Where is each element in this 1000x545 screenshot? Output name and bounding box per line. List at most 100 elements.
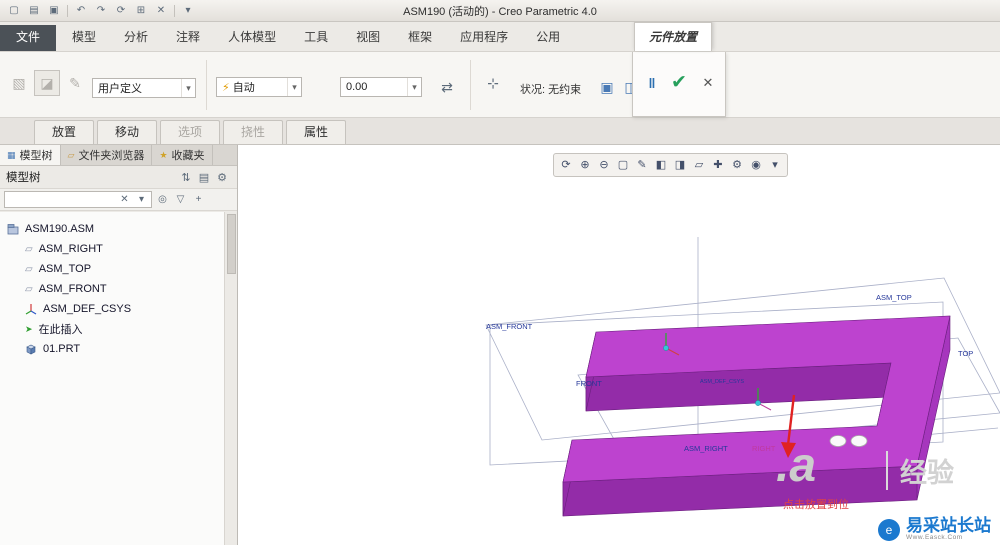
search-icon[interactable]: ◎: [155, 194, 170, 205]
interface-place-icon[interactable]: ▧: [6, 70, 32, 96]
filter-icon[interactable]: ▽: [173, 194, 188, 205]
tree-item-asm-top[interactable]: ▱ ASM_TOP: [0, 259, 224, 279]
tab-properties[interactable]: 属性: [286, 120, 346, 144]
tree-settings-icon[interactable]: ⚙: [213, 171, 231, 184]
tab-manikin[interactable]: 人体模型: [214, 25, 290, 51]
label-asm-right[interactable]: ASM_RIGHT: [684, 444, 728, 453]
manual-place-icon[interactable]: ◪: [34, 70, 60, 96]
site-url: Www.Easck.Com: [906, 534, 963, 542]
tree-item-assembly[interactable]: ASM190.ASM: [0, 219, 224, 239]
clear-icon[interactable]: ✕: [117, 194, 132, 205]
chevron-down-icon[interactable]: ▾: [134, 194, 149, 205]
zoom-in-icon[interactable]: ⊕: [576, 156, 594, 175]
ribbon-body: ▧ ◪ ✎ 用户定义 ▾ ⚡ 自动 ▾ 0.00 ▾ ⇄ ⊹ 状况: 无约束 ▣…: [0, 52, 1000, 118]
scrollbar-thumb[interactable]: [227, 214, 236, 274]
display-style-icon[interactable]: ◧: [652, 156, 670, 175]
tab-folder-browser[interactable]: ▱ 文件夹浏览器: [60, 145, 153, 165]
tree-item-asm-right[interactable]: ▱ ASM_RIGHT: [0, 239, 224, 259]
save-icon[interactable]: ▣: [45, 3, 63, 19]
refresh-icon[interactable]: ⟳: [557, 156, 575, 175]
new-icon[interactable]: ▢: [5, 3, 23, 19]
label-front[interactable]: FRONT: [576, 379, 602, 388]
navigator-tabs: ▦ 模型树 ▱ 文件夹浏览器 ★ 收藏夹: [0, 145, 237, 166]
datum-planes-icon[interactable]: ▱: [690, 156, 708, 175]
tree-list-icon[interactable]: ▤: [195, 171, 213, 184]
tree-sort-icon[interactable]: ⇅: [177, 171, 195, 184]
model-tree-header: 模型树 ⇅ ▤ ⚙: [0, 166, 237, 189]
redo-icon[interactable]: ↷: [92, 3, 110, 19]
graphics-area[interactable]: ⟳ ⊕ ⊖ ▢ ✎ ◧ ◨ ▱ ✚ ⚙ ◉ ▾ ASM_TOP ASM_FRON…: [238, 145, 1000, 545]
navigator-panel: ▦ 模型树 ▱ 文件夹浏览器 ★ 收藏夹 模型树 ⇅ ▤ ⚙ ✕ ▾ ◎ ▽ +…: [0, 145, 238, 545]
tab-component-placement-active[interactable]: 元件放置: [634, 22, 713, 51]
open-icon[interactable]: ▤: [25, 3, 43, 19]
constraint-type-combobox[interactable]: ⚡ 自动 ▾: [216, 77, 302, 97]
tree-item-asm-def-csys[interactable]: ASM_DEF_CSYS: [0, 299, 224, 319]
label-asm-front[interactable]: ASM_FRONT: [486, 322, 533, 331]
tab-favorites[interactable]: ★ 收藏夹: [152, 145, 213, 165]
undo-icon[interactable]: ↶: [72, 3, 90, 19]
tab-framework[interactable]: 框架: [394, 25, 446, 51]
zoom-fit-icon[interactable]: ▢: [614, 156, 632, 175]
separate-window-toggle-icon[interactable]: ▣: [594, 74, 620, 100]
label-asm-top[interactable]: ASM_TOP: [876, 293, 912, 302]
ribbon-tab-bar: 文件 模型 分析 注释 人体模型 工具 视图 框架 应用程序 公用 元件放置: [0, 22, 1000, 52]
tree-item-label: 01.PRT: [43, 343, 81, 355]
toolbar-more-icon[interactable]: ▾: [766, 156, 784, 175]
tree-item-part[interactable]: 01.PRT: [0, 339, 224, 359]
tree-item-insert-here[interactable]: ➤ 在此插入: [0, 319, 224, 339]
label-asm-def-csys[interactable]: ASM_DEF_CSYS: [700, 379, 744, 385]
tab-common[interactable]: 公用: [522, 25, 574, 51]
watermark-a: .a: [776, 439, 817, 492]
tree-scrollbar[interactable]: [224, 212, 237, 545]
label-top[interactable]: TOP: [958, 349, 973, 358]
section-icon[interactable]: ◨: [671, 156, 689, 175]
tree-search-input[interactable]: ✕ ▾: [4, 191, 152, 208]
repaint-icon[interactable]: ✎: [633, 156, 651, 175]
tab-view[interactable]: 视图: [342, 25, 394, 51]
model-tree-icon: ▦: [7, 149, 16, 160]
chevron-down-icon[interactable]: ▾: [407, 78, 421, 96]
flip-constraint-icon[interactable]: ⇄: [434, 74, 460, 100]
tab-move[interactable]: 移动: [97, 120, 157, 144]
tab-annotate[interactable]: 注释: [162, 25, 214, 51]
tab-flexibility: 挠性: [223, 120, 283, 144]
tab-tools[interactable]: 工具: [290, 25, 342, 51]
chevron-down-icon[interactable]: ▾: [287, 78, 301, 96]
confirm-button[interactable]: ✔: [666, 70, 692, 96]
tree-item-label: ASM_DEF_CSYS: [43, 303, 132, 315]
site-logo-icon: e: [878, 518, 900, 541]
label-right[interactable]: RIGHT: [752, 444, 776, 453]
tab-placement[interactable]: 放置: [34, 120, 94, 144]
view-manager-icon[interactable]: ⚙: [728, 156, 746, 175]
tab-model[interactable]: 模型: [58, 25, 110, 51]
constraint-set-combobox[interactable]: 用户定义 ▾: [92, 78, 196, 98]
add-filter-icon[interactable]: +: [191, 194, 206, 205]
tab-analysis[interactable]: 分析: [110, 25, 162, 51]
edit-interface-icon[interactable]: ✎: [62, 70, 88, 96]
tab-model-tree[interactable]: ▦ 模型树: [0, 145, 61, 165]
zoom-out-icon[interactable]: ⊖: [595, 156, 613, 175]
window-icon[interactable]: ⊞: [132, 3, 150, 19]
tab-file[interactable]: 文件: [0, 25, 57, 51]
pause-button[interactable]: ‖: [639, 70, 665, 96]
tab-folder-browser-label: 文件夹浏览器: [78, 150, 145, 162]
tree-item-asm-front[interactable]: ▱ ASM_FRONT: [0, 279, 224, 299]
datum-axes-icon[interactable]: ✚: [709, 156, 727, 175]
tab-applications[interactable]: 应用程序: [446, 25, 522, 51]
close-icon[interactable]: ✕: [152, 3, 170, 19]
cancel-button[interactable]: ✕: [695, 70, 721, 96]
regenerate-icon[interactable]: ⟳: [112, 3, 130, 19]
show-dragger-icon[interactable]: ⊹: [480, 70, 506, 96]
qat-separator: [67, 4, 68, 17]
tree-item-label: ASM190.ASM: [25, 223, 95, 235]
model-tree-title: 模型树: [6, 172, 41, 184]
qat-separator: [174, 4, 175, 17]
tree-item-label: 在此插入: [38, 324, 83, 336]
tab-options: 选项: [160, 120, 220, 144]
offset-value-combobox[interactable]: 0.00 ▾: [340, 77, 422, 97]
chevron-down-icon[interactable]: ▾: [181, 79, 195, 97]
qat-more-dropdown-icon[interactable]: ▾: [179, 3, 197, 19]
spin-center-icon[interactable]: ◉: [747, 156, 765, 175]
main-content: ▦ 模型树 ▱ 文件夹浏览器 ★ 收藏夹 模型树 ⇅ ▤ ⚙ ✕ ▾ ◎ ▽ +…: [0, 145, 1000, 545]
part-icon: [26, 344, 36, 355]
